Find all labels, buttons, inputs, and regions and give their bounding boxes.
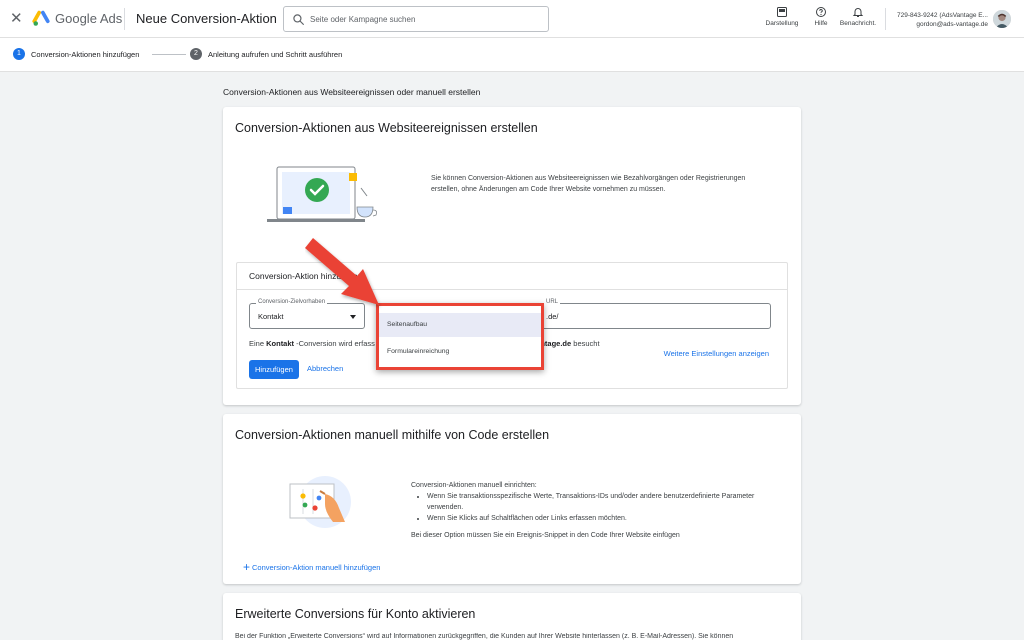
account-email: gordon@ads-vantage.de [916, 21, 988, 28]
appearance-label: Darstellung [765, 20, 799, 27]
website-card-title: Conversion-Aktionen aus Websiteereigniss… [235, 121, 538, 135]
helper-goal: Kontakt [266, 339, 295, 348]
annotation-arrow-icon [305, 238, 379, 305]
manual-card-description: Conversion-Aktionen manuell einrichten: … [411, 480, 781, 541]
brand-name[interactable]: Google Ads [55, 11, 122, 26]
header-divider [124, 8, 125, 30]
appearance-button[interactable]: Darstellung [762, 6, 802, 27]
manual-code-card: Conversion-Aktionen manuell mithilfe von… [223, 414, 801, 584]
step-2-label[interactable]: Anleitung aufrufen und Schritt ausführen [208, 50, 342, 59]
enhanced-card-text: Bei der Funktion „Erweiterte Conversions… [235, 633, 734, 640]
step-1-label[interactable]: Conversion-Aktionen hinzufügen [31, 50, 139, 59]
manual-note: Bei dieser Option müssen Sie ein Ereigni… [411, 532, 680, 539]
section-heading: Conversion-Aktionen aus Websiteereigniss… [223, 87, 481, 97]
add-button[interactable]: Hinzufügen [249, 360, 299, 379]
website-card-description: Sie können Conversion-Aktionen aus Websi… [431, 175, 746, 193]
add-manual-label: Conversion-Aktion manuell hinzufügen [252, 563, 381, 572]
plus-icon: + [243, 560, 251, 574]
goal-select-value: Kontakt [258, 312, 284, 321]
step-connector [152, 54, 186, 55]
monitor-checkmark-illustration [267, 166, 377, 222]
code-edit-illustration [289, 476, 351, 528]
dropdown-option-form-submit[interactable]: Formulareinreichung [379, 340, 541, 364]
help-icon [816, 7, 826, 17]
help-button[interactable]: Hilfe [807, 6, 835, 27]
stepper: 1 Conversion-Aktionen hinzufügen 2 Anlei… [0, 38, 1024, 72]
account-id: 729-843-9242 (AdsVantage E... [897, 12, 988, 19]
top-bar: ✕ Google Ads Neue Conversion-Aktion Dars… [0, 0, 1024, 38]
url-field[interactable]: URL .de/ [537, 299, 771, 329]
add-manual-link[interactable]: + Conversion-Aktion manuell hinzufügen [243, 560, 380, 574]
dropdown-option-page-load[interactable]: Seitenaufbau [379, 313, 541, 337]
manual-intro: Conversion-Aktionen manuell einrichten: [411, 482, 537, 489]
url-field-value: .de/ [546, 312, 559, 321]
bell-icon [852, 8, 864, 17]
notifications-button[interactable]: Benachricht. [836, 6, 880, 27]
search-box[interactable] [283, 6, 549, 32]
url-field-legend: URL [544, 299, 561, 305]
manual-card-title: Conversion-Aktionen manuell mithilfe von… [235, 428, 550, 442]
help-label: Hilfe [814, 20, 828, 27]
manual-bullet-1: Wenn Sie transaktionsspezifische Werte, … [427, 491, 781, 513]
avatar[interactable] [993, 10, 1011, 28]
step-1-number: 1 [13, 48, 25, 60]
avatar-image [993, 10, 1011, 28]
header-divider-2 [885, 8, 886, 30]
enhanced-conversions-card: Erweiterte Conversions für Konto aktivie… [223, 593, 801, 640]
appearance-icon [777, 7, 787, 17]
enhanced-card-title: Erweiterte Conversions für Konto aktivie… [235, 607, 476, 621]
search-input[interactable] [310, 11, 542, 27]
manual-bullet-2: Wenn Sie Klicks auf Schaltflächen oder L… [427, 513, 781, 524]
helper-middle: -Conversion wird erfass [294, 339, 375, 348]
helper-suffix: besucht [571, 339, 600, 348]
cancel-button[interactable]: Abbrechen [307, 364, 343, 373]
step-2-number: 2 [190, 48, 202, 60]
search-icon [293, 14, 304, 25]
helper-prefix: Eine [249, 339, 267, 348]
close-icon[interactable]: ✕ [10, 11, 23, 27]
account-info[interactable]: 729-843-9242 (AdsVantage E... gordon@ads… [890, 11, 988, 29]
event-type-dropdown: Seitenaufbau Formulareinreichung [376, 303, 544, 370]
notifications-label: Benachricht. [839, 20, 877, 27]
helper-text: Eine Kontakt -Conversion wird erfass [249, 339, 375, 348]
google-ads-logo [32, 10, 50, 26]
more-settings-link[interactable]: Weitere Einstellungen anzeigen [664, 349, 769, 358]
page-title: Neue Conversion-Aktion [136, 11, 277, 26]
chevron-down-icon [350, 315, 356, 319]
